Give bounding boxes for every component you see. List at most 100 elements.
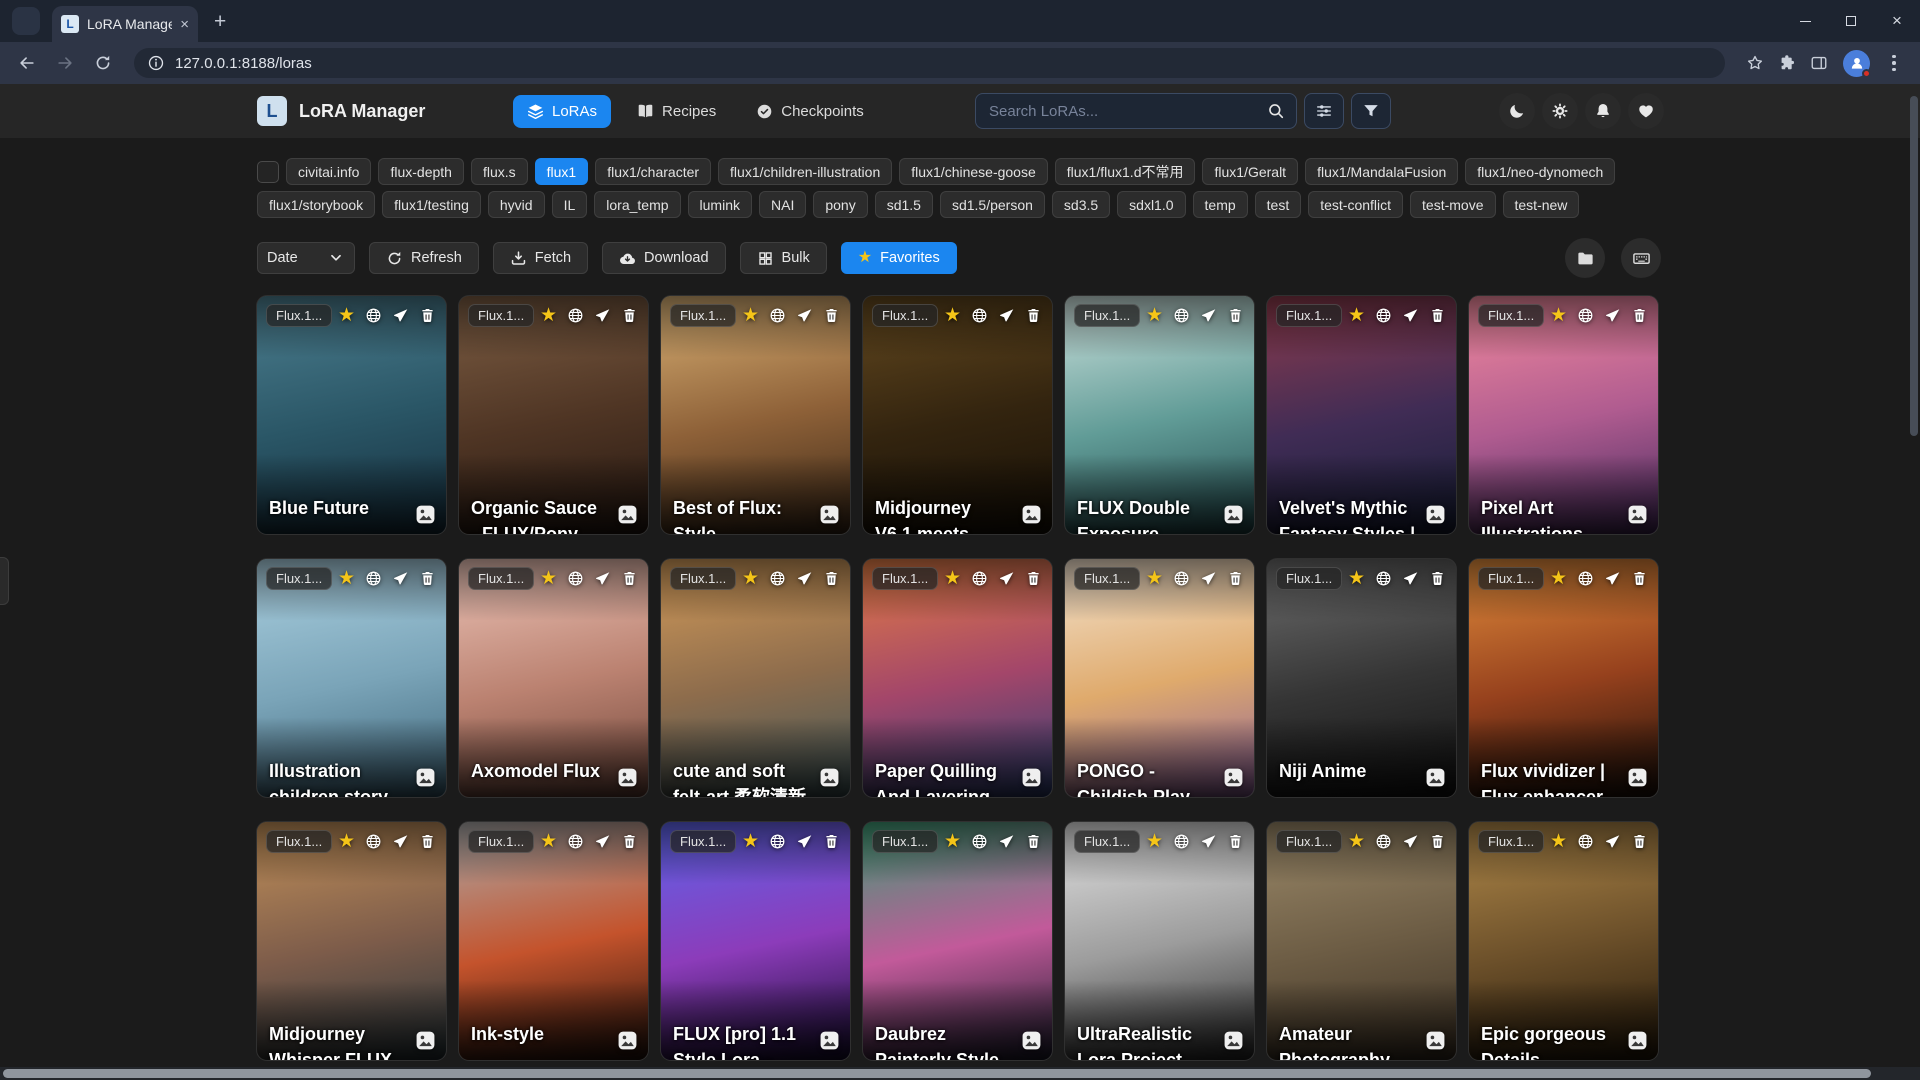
send-icon[interactable] [998, 833, 1015, 850]
favorite-star-icon[interactable]: ★ [1348, 306, 1365, 325]
send-icon[interactable] [392, 307, 409, 324]
tag-filter-checkbox[interactable] [257, 161, 279, 183]
image-icon[interactable] [1021, 504, 1042, 525]
image-icon[interactable] [617, 504, 638, 525]
tag-chip[interactable]: flux1/character [595, 158, 711, 185]
lora-card[interactable]: Flux.1...★Epic gorgeous Details [1469, 822, 1658, 1060]
globe-icon[interactable] [365, 307, 382, 324]
tag-chip[interactable]: NAI [759, 191, 806, 218]
reload-button[interactable] [86, 46, 120, 80]
globe-icon[interactable] [567, 570, 584, 587]
tag-chip[interactable]: test [1255, 191, 1302, 218]
favorite-star-icon[interactable]: ★ [338, 306, 355, 325]
bookmark-star-icon[interactable] [1739, 47, 1771, 79]
window-minimize-button[interactable] [1782, 0, 1828, 42]
url-bar[interactable]: 127.0.0.1:8188/loras [134, 48, 1725, 78]
send-icon[interactable] [392, 833, 409, 850]
favorite-star-icon[interactable]: ★ [742, 306, 759, 325]
favorite-star-icon[interactable]: ★ [540, 832, 557, 851]
send-icon[interactable] [1604, 307, 1621, 324]
globe-icon[interactable] [1577, 833, 1594, 850]
send-icon[interactable] [1402, 833, 1419, 850]
image-icon[interactable] [1425, 504, 1446, 525]
favorite-star-icon[interactable]: ★ [1146, 306, 1163, 325]
favorite-star-icon[interactable]: ★ [944, 306, 961, 325]
trash-icon[interactable] [1429, 833, 1446, 850]
lora-card[interactable]: Flux.1...★FLUX Double Exposure Magic [1065, 296, 1254, 534]
bell-button[interactable] [1585, 93, 1621, 129]
send-icon[interactable] [1200, 307, 1217, 324]
trash-icon[interactable] [823, 570, 840, 587]
horizontal-scrollbar-thumb[interactable] [3, 1069, 1871, 1078]
image-icon[interactable] [1021, 767, 1042, 788]
trash-icon[interactable] [1025, 307, 1042, 324]
tag-chip[interactable]: hyvid [488, 191, 545, 218]
favorite-star-icon[interactable]: ★ [338, 832, 355, 851]
lora-card[interactable]: Flux.1...★cute and soft felt-art 柔软清新羊毛毡 [661, 559, 850, 797]
tag-chip[interactable]: flux-depth [378, 158, 463, 185]
tag-chip[interactable]: flux1 [535, 158, 589, 185]
tab-close-icon[interactable]: × [180, 17, 189, 32]
send-icon[interactable] [1200, 570, 1217, 587]
trash-icon[interactable] [419, 570, 436, 587]
image-icon[interactable] [1223, 767, 1244, 788]
globe-icon[interactable] [1173, 833, 1190, 850]
site-info-icon[interactable] [147, 54, 165, 72]
browser-menu-button[interactable] [1878, 47, 1910, 79]
lora-card[interactable]: Flux.1...★Axomodel Flux [459, 559, 648, 797]
globe-icon[interactable] [567, 307, 584, 324]
back-button[interactable] [10, 46, 44, 80]
fetch-button[interactable]: Fetch [493, 242, 588, 274]
tag-chip[interactable]: flux.s [471, 158, 528, 185]
favorite-star-icon[interactable]: ★ [1146, 832, 1163, 851]
tag-chip[interactable]: IL [552, 191, 588, 218]
sort-select[interactable]: Date [257, 242, 355, 274]
tag-chip[interactable]: flux1/Geralt [1202, 158, 1298, 185]
profile-avatar[interactable] [1843, 50, 1870, 77]
tag-chip[interactable]: sdxl1.0 [1117, 191, 1185, 218]
side-panel-icon[interactable] [1803, 47, 1835, 79]
lora-card[interactable]: Flux.1...★FLUX [pro] 1.1 Style Lora - Ex… [661, 822, 850, 1060]
favorite-star-icon[interactable]: ★ [944, 569, 961, 588]
tag-chip[interactable]: test-new [1503, 191, 1580, 218]
trash-icon[interactable] [1631, 570, 1648, 587]
trash-icon[interactable] [1227, 307, 1244, 324]
favorite-star-icon[interactable]: ★ [338, 569, 355, 588]
tag-chip[interactable]: flux1/flux1.d不常用 [1055, 158, 1196, 185]
send-icon[interactable] [1604, 833, 1621, 850]
trash-icon[interactable] [1025, 833, 1042, 850]
image-icon[interactable] [1425, 767, 1446, 788]
lora-card[interactable]: Flux.1...★Best of Flux: Style Enhancing … [661, 296, 850, 534]
heart-button[interactable] [1628, 93, 1664, 129]
image-icon[interactable] [617, 1030, 638, 1051]
nav-tab-loras[interactable]: LoRAs [513, 95, 611, 128]
send-icon[interactable] [796, 307, 813, 324]
tag-chip[interactable]: temp [1193, 191, 1248, 218]
search-icon[interactable] [1267, 102, 1285, 120]
favorite-star-icon[interactable]: ★ [540, 569, 557, 588]
lora-card[interactable]: Flux.1...★Flux vividizer | Flux enhancer [1469, 559, 1658, 797]
download-button[interactable]: Download [602, 242, 726, 274]
trash-icon[interactable] [621, 833, 638, 850]
lora-card[interactable]: Flux.1...★Blue Future [257, 296, 446, 534]
tag-chip[interactable]: flux1/testing [382, 191, 481, 218]
trash-icon[interactable] [1227, 570, 1244, 587]
trash-icon[interactable] [1631, 307, 1648, 324]
globe-icon[interactable] [1375, 307, 1392, 324]
image-icon[interactable] [415, 767, 436, 788]
trash-icon[interactable] [1429, 307, 1446, 324]
send-icon[interactable] [1604, 570, 1621, 587]
trash-icon[interactable] [1631, 833, 1648, 850]
tag-chip[interactable]: pony [813, 191, 867, 218]
favorite-star-icon[interactable]: ★ [1146, 569, 1163, 588]
trash-icon[interactable] [823, 833, 840, 850]
favorite-star-icon[interactable]: ★ [742, 832, 759, 851]
tag-chip[interactable]: civitai.info [286, 158, 371, 185]
send-icon[interactable] [998, 307, 1015, 324]
globe-icon[interactable] [365, 570, 382, 587]
lora-card[interactable]: Flux.1...★Pixel Art Illustrations FLUX [1469, 296, 1658, 534]
image-icon[interactable] [819, 1030, 840, 1051]
trash-icon[interactable] [1227, 833, 1244, 850]
tag-chip[interactable]: test-move [1410, 191, 1495, 218]
tag-chip[interactable]: test-conflict [1308, 191, 1403, 218]
